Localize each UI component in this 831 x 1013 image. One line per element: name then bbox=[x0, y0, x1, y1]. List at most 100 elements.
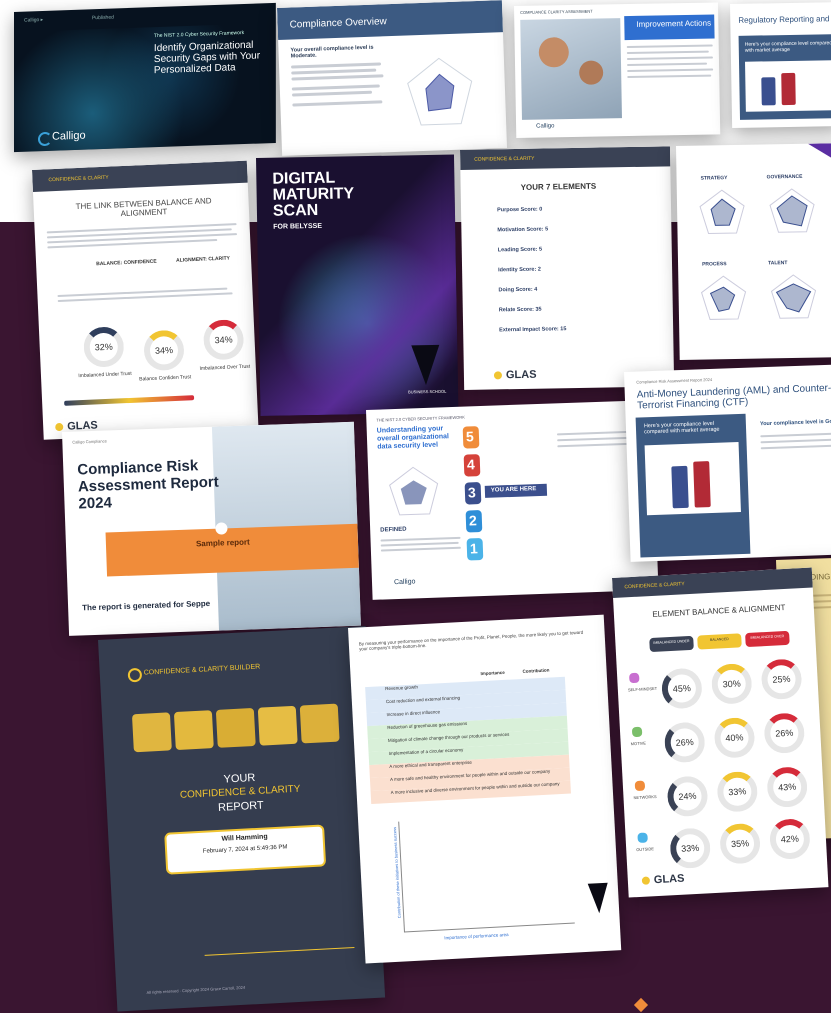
element-value: 45% bbox=[672, 683, 692, 694]
plan-corner-icon bbox=[587, 882, 610, 914]
digital-title: DIGITAL MATURITY SCAN bbox=[272, 169, 354, 220]
risk-ribbon-text: Sample report bbox=[195, 537, 250, 549]
aml-card[interactable]: Compliance Risk Assessment Report 2024 A… bbox=[624, 363, 831, 562]
element-value: 26% bbox=[675, 736, 694, 748]
process-label: PROCESS bbox=[702, 261, 727, 268]
risk-report-card[interactable]: Calligo Compliance Compliance Risk Asses… bbox=[62, 421, 361, 636]
portrait-image bbox=[299, 703, 340, 744]
regulatory-title: Regulatory Reporting and bbox=[738, 14, 830, 25]
security-radar-chart bbox=[389, 466, 439, 516]
security-text-line bbox=[380, 536, 461, 542]
improvement-text-line bbox=[627, 74, 712, 79]
improvement-text-line bbox=[626, 50, 709, 55]
improvement-actions-card[interactable]: COMPLIANCE CLARITY ASSESSMENT Improvemen… bbox=[514, 2, 721, 138]
level-1-number: 1 bbox=[469, 540, 478, 557]
alignment-label: ALIGNMENT: CLARITY bbox=[175, 255, 231, 264]
seven-title: YOUR 7 ELEMENTS bbox=[520, 181, 597, 192]
balance-title: THE LINK BETWEEN BALANCE AND ALIGNMENT bbox=[75, 196, 212, 219]
overview-text-line bbox=[292, 100, 383, 107]
process-radar bbox=[700, 275, 747, 320]
balance-spectrum-bar bbox=[64, 395, 195, 406]
element-score-item: Purpose Score: 0 bbox=[497, 206, 543, 214]
improvement-photo bbox=[520, 18, 622, 120]
level-4-number: 4 bbox=[466, 456, 476, 473]
element-icon bbox=[634, 780, 646, 792]
plan-intro: By measuring your performance on the imp… bbox=[358, 629, 584, 652]
element-value: 35% bbox=[730, 838, 750, 850]
element-row-label: OUTSIDE bbox=[636, 846, 655, 853]
overview-text-line bbox=[291, 74, 384, 81]
portrait-image bbox=[257, 705, 298, 746]
glas-logo-icon bbox=[55, 422, 64, 432]
aml-title: Anti-Money Laundering (AML) and Counter-… bbox=[636, 382, 831, 412]
overview-text-line bbox=[291, 68, 377, 75]
security-text-line bbox=[380, 541, 459, 547]
eb-title: ELEMENT BALANCE & ALIGNMENT bbox=[652, 602, 786, 619]
security-header: THE NIST 2.0 CYBER SECURITY FRAMEWORK bbox=[376, 414, 465, 423]
radar-accent-corner bbox=[807, 142, 831, 174]
aml-header: Compliance Risk Assessment Report 2024 bbox=[636, 376, 713, 385]
glas-logo-icon bbox=[493, 371, 503, 380]
strategy-label: STRATEGY bbox=[700, 175, 728, 182]
portrait-image bbox=[173, 710, 214, 751]
risk-header: Calligo Compliance bbox=[72, 438, 107, 445]
nist-title: Identify Organizational Security Gaps wi… bbox=[153, 39, 261, 77]
overview-text-line bbox=[291, 84, 380, 91]
risk-footer: The report is generated for Seppe bbox=[81, 598, 211, 613]
plan-col-contribution: Contribution bbox=[522, 667, 550, 674]
security-text-line bbox=[557, 436, 638, 442]
gauge-balanced-value: 34% bbox=[154, 345, 174, 356]
nist-cover-card[interactable]: Calligo ▸ Published The NIST 2.0 Cyber S… bbox=[14, 2, 276, 153]
regulatory-heading: Here's your compliance level compared wi… bbox=[744, 40, 831, 54]
element-value: 40% bbox=[725, 732, 744, 744]
security-brand: Calligo bbox=[393, 578, 416, 587]
element-row-label: SELF-MINDSET bbox=[627, 685, 658, 693]
portrait-image bbox=[131, 712, 172, 753]
aml-bar-you bbox=[671, 465, 689, 509]
overview-radar-chart bbox=[407, 57, 473, 126]
element-score-item: Identity Score: 2 bbox=[498, 266, 541, 274]
seven-brand: GLAS bbox=[505, 368, 537, 382]
confidence-clarity-cover-card[interactable]: CONFIDENCE & CLARITY BUILDER YOUR CONFID… bbox=[98, 625, 386, 1012]
element-value: 43% bbox=[777, 781, 797, 793]
regulatory-bar-market bbox=[781, 72, 796, 106]
balance-label: BALANCE: CONFIDENCE bbox=[96, 258, 157, 268]
report-collage: Calligo ▸ Published The NIST 2.0 Cyber S… bbox=[0, 0, 831, 1013]
portrait-image bbox=[215, 707, 256, 748]
compliance-overview-card[interactable]: Compliance Overview Your overall complia… bbox=[277, 0, 508, 156]
plan-col-importance: Importance bbox=[480, 669, 505, 677]
radar-grid-card[interactable]: STRATEGY GOVERNANCE PROCESS TALENT bbox=[676, 142, 831, 360]
element-row-label: MOTIVE bbox=[630, 740, 647, 747]
level-5-number: 5 bbox=[465, 428, 475, 445]
overview-text-line bbox=[291, 90, 373, 97]
digital-subtitle: FOR BELYSSE bbox=[273, 222, 323, 231]
cc-footer: All rights reserved · Copyright 2024 Gra… bbox=[146, 984, 246, 995]
cc-figures-art bbox=[202, 897, 355, 956]
digital-maturity-card[interactable]: DIGITAL MATURITY SCAN FOR BELYSSE BUSINE… bbox=[256, 154, 459, 416]
risk-title: Compliance Risk Assessment Report 2024 bbox=[77, 457, 220, 513]
element-value: 33% bbox=[728, 786, 747, 798]
gauge-under-label: Imbalanced Under Trust bbox=[78, 370, 132, 380]
element-balance-card[interactable]: CONFIDENCE & CLARITY ELEMENT BALANCE & A… bbox=[612, 567, 829, 898]
improvement-brand: Calligo bbox=[536, 123, 555, 130]
performance-plan-card[interactable]: By measuring your performance on the imp… bbox=[348, 614, 622, 964]
seven-list: Purpose Score: 0 Motivation Score: 5 Lea… bbox=[497, 205, 659, 348]
regulatory-reporting-card[interactable]: Regulatory Reporting and Here's your com… bbox=[730, 2, 831, 128]
strategy-radar bbox=[699, 189, 745, 234]
seven-elements-card[interactable]: CONFIDENCE & CLARITY YOUR 7 ELEMENTS Pur… bbox=[460, 146, 675, 390]
data-security-card[interactable]: THE NIST 2.0 CYBER SECURITY FRAMEWORK Un… bbox=[366, 400, 659, 600]
element-icon bbox=[637, 832, 648, 844]
improvement-text-line bbox=[627, 62, 708, 67]
improvement-header: COMPLIANCE CLARITY ASSESSMENT bbox=[520, 8, 593, 15]
aml-text-line bbox=[760, 438, 831, 444]
element-score-item: Doing Score: 4 bbox=[498, 286, 538, 294]
aml-bar-market bbox=[693, 461, 711, 508]
aml-right-heading: Your compliance level is Good bbox=[759, 418, 831, 428]
security-title: Understanding your overall organizationa… bbox=[376, 425, 450, 451]
plan-table: Revenue growth Cost reduction and extern… bbox=[365, 676, 571, 805]
element-value: 30% bbox=[722, 678, 741, 690]
vlerick-logo-icon bbox=[411, 344, 440, 386]
balance-alignment-card[interactable]: CONFIDENCE & CLARITY THE LINK BETWEEN BA… bbox=[32, 160, 259, 440]
cc-header: CONFIDENCE & CLARITY BUILDER bbox=[143, 663, 261, 677]
element-score-item: Relate Score: 35 bbox=[498, 306, 542, 314]
